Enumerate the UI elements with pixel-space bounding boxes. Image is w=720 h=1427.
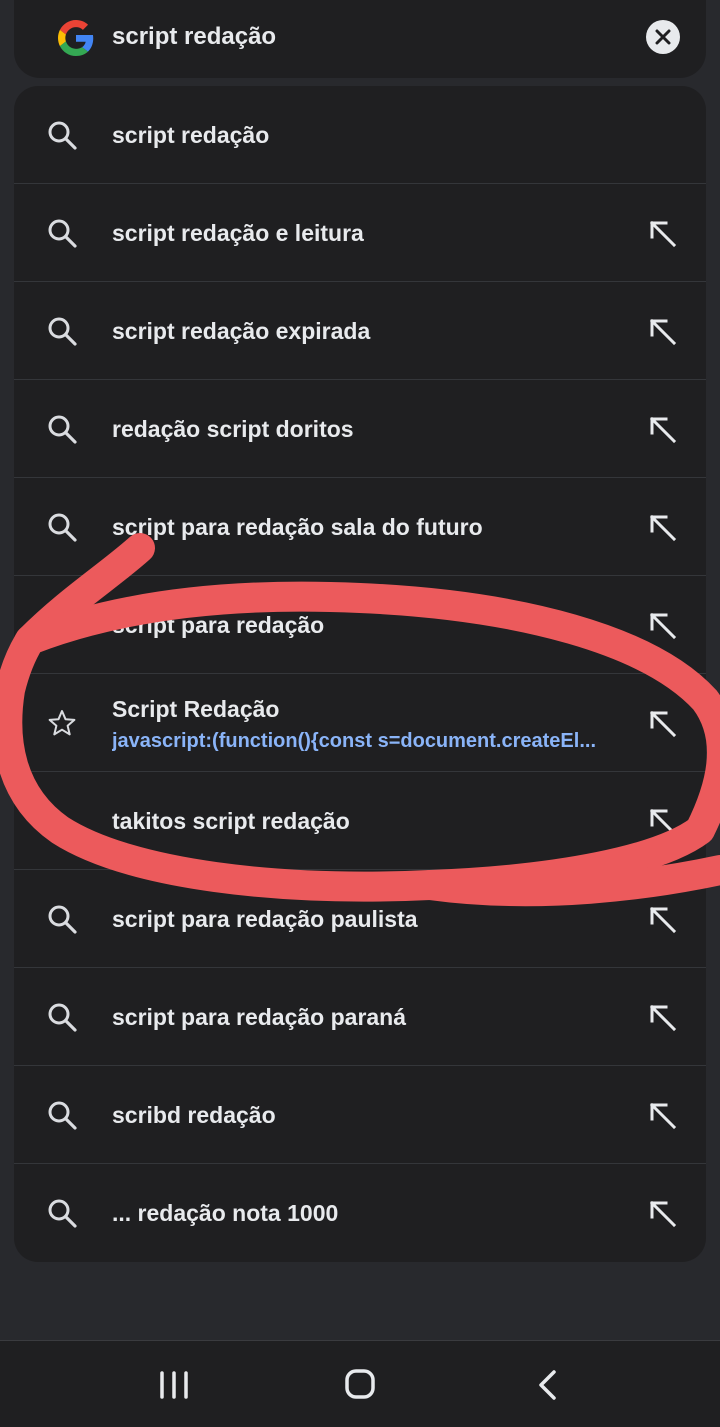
close-icon <box>655 29 671 45</box>
arrow-up-left-icon[interactable] <box>644 803 680 839</box>
arrow-up-left-icon[interactable] <box>644 215 680 251</box>
arrow-up-left-icon[interactable] <box>644 509 680 545</box>
suggestion-text: script para redação paulista <box>112 906 418 932</box>
arrow-up-left-icon[interactable] <box>644 901 680 937</box>
search-icon <box>48 905 77 934</box>
suggestion-text: script para redação paraná <box>112 1004 407 1030</box>
home-icon[interactable] <box>340 1367 380 1403</box>
search-icon <box>48 1199 77 1228</box>
suggestion-row[interactable]: script para redação paraná <box>14 968 706 1066</box>
search-icon <box>48 219 77 248</box>
suggestion-text: script para redação sala do futuro <box>112 514 483 540</box>
suggestion-text: scribd redação <box>112 1102 276 1128</box>
suggestion-row[interactable]: script para redação sala do futuro <box>14 478 706 576</box>
suggestion-row[interactable]: ... redação nota 1000 <box>14 1164 706 1262</box>
search-bar[interactable]: script redação <box>14 0 706 78</box>
star-icon <box>48 710 76 736</box>
arrow-up-left-icon[interactable] <box>644 1195 680 1231</box>
search-icon <box>48 513 77 542</box>
search-icon <box>48 611 77 640</box>
arrow-up-left-icon[interactable] <box>644 705 680 741</box>
arrow-up-left-icon[interactable] <box>644 313 680 349</box>
suggestions-list: script redação script redação e leitura … <box>14 86 706 1262</box>
suggestion-row[interactable]: script para redação <box>14 576 706 674</box>
suggestion-row[interactable]: redação script doritos <box>14 380 706 478</box>
suggestion-row[interactable]: script redação e leitura <box>14 184 706 282</box>
suggestion-text: redação script doritos <box>112 416 354 442</box>
suggestion-text: script para redação <box>112 612 325 638</box>
back-icon[interactable] <box>528 1367 568 1403</box>
search-input[interactable]: script redação <box>112 22 276 52</box>
bookmark-title: Script Redação <box>112 696 280 722</box>
bookmark-suggestion-row[interactable]: Script Redação javascript:(function(){co… <box>14 674 706 772</box>
suggestion-text: script redação e leitura <box>112 220 364 246</box>
arrow-up-left-icon[interactable] <box>644 411 680 447</box>
suggestion-row[interactable]: script redação expirada <box>14 282 706 380</box>
bookmark-url: javascript:(function(){const s=document.… <box>112 730 596 752</box>
search-icon <box>48 121 77 150</box>
search-icon <box>48 415 77 444</box>
search-icon <box>48 317 77 346</box>
suggestion-row[interactable]: script redação <box>14 86 706 184</box>
arrow-up-left-icon[interactable] <box>644 607 680 643</box>
suggestion-text: script redação expirada <box>112 318 371 344</box>
suggestion-row[interactable]: takitos script redação <box>14 772 706 870</box>
suggestion-text: script redação <box>112 122 270 148</box>
recent-apps-icon[interactable] <box>154 1367 194 1403</box>
search-icon <box>48 1101 77 1130</box>
search-icon <box>48 1003 77 1032</box>
suggestion-text: ... redação nota 1000 <box>112 1200 339 1226</box>
suggestion-row[interactable]: scribd redação <box>14 1066 706 1164</box>
system-navigation-bar <box>0 1340 720 1427</box>
arrow-up-left-icon[interactable] <box>644 999 680 1035</box>
google-logo-icon <box>58 20 94 56</box>
suggestion-row[interactable]: script para redação paulista <box>14 870 706 968</box>
suggestion-text: takitos script redação <box>112 808 350 834</box>
clear-button[interactable] <box>646 20 680 54</box>
arrow-up-left-icon[interactable] <box>644 1097 680 1133</box>
